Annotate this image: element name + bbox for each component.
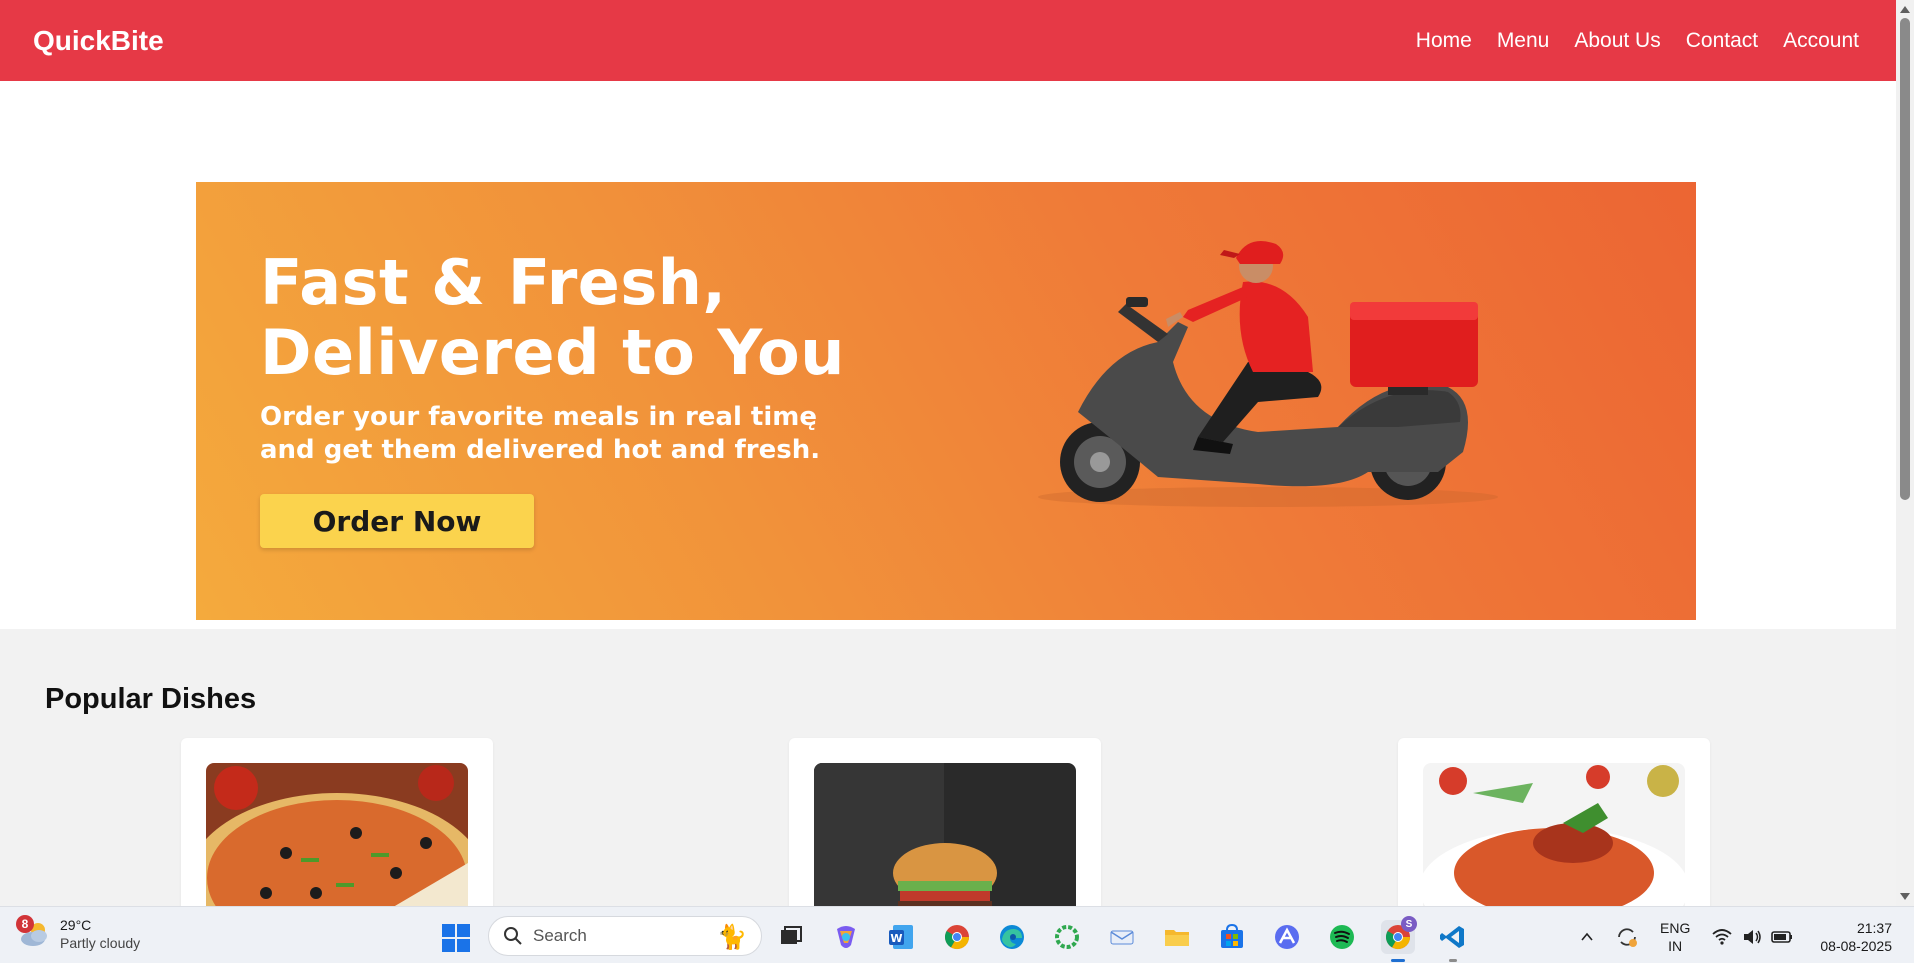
pizza-image bbox=[206, 763, 468, 906]
spotify-icon[interactable] bbox=[1325, 920, 1359, 954]
taskbar-search-box[interactable]: Search 🐈 bbox=[488, 916, 762, 956]
system-clock[interactable]: 21:37 08-08-2025 bbox=[1812, 919, 1892, 955]
nav-links: Home Menu About Us Contact Account bbox=[1416, 29, 1859, 53]
battery-icon[interactable] bbox=[1765, 920, 1799, 954]
navbar: QuickBite Home Menu About Us Contact Acc… bbox=[0, 0, 1896, 81]
scroll-down-arrow-icon[interactable] bbox=[1900, 893, 1910, 900]
partly-cloudy-icon: 8 bbox=[16, 915, 52, 951]
running-app-indicator bbox=[1449, 959, 1457, 962]
pasta-image bbox=[1423, 763, 1685, 906]
scroll-up-arrow-icon[interactable] bbox=[1900, 6, 1910, 13]
green-ring-app-icon[interactable] bbox=[1050, 920, 1084, 954]
burger-image bbox=[814, 763, 1076, 906]
nav-link-menu[interactable]: Menu bbox=[1497, 29, 1550, 53]
blue-a-app-icon[interactable] bbox=[1270, 920, 1304, 954]
order-now-button[interactable]: Order Now bbox=[260, 494, 534, 548]
weather-temp: 29°C bbox=[60, 917, 92, 933]
weather-widget[interactable]: 8 29°C Partly cloudy bbox=[16, 915, 140, 952]
hero-banner: Fast & Fresh, Delivered to You Order you… bbox=[196, 182, 1696, 620]
sync-icon[interactable] bbox=[1610, 920, 1644, 954]
hero-title-line2: Delivered to You bbox=[260, 316, 845, 389]
zoho-mail-icon[interactable] bbox=[1105, 920, 1139, 954]
vscode-icon[interactable] bbox=[1436, 920, 1470, 962]
weather-text: 29°C Partly cloudy bbox=[60, 916, 140, 952]
svg-text:W: W bbox=[890, 932, 902, 945]
dish-card-pasta[interactable] bbox=[1398, 738, 1710, 906]
chrome-profile-icon[interactable]: S bbox=[1381, 916, 1417, 962]
nav-link-account[interactable]: Account bbox=[1783, 29, 1859, 53]
popular-dishes-section: Popular Dishes bbox=[0, 629, 1896, 906]
language-indicator[interactable]: ENG IN bbox=[1660, 919, 1690, 955]
hero-subtitle-line2: and get them delivered hot and fresh. bbox=[260, 435, 821, 465]
wifi-icon[interactable] bbox=[1705, 920, 1739, 954]
clock-date: 08-08-2025 bbox=[1820, 938, 1892, 954]
nav-link-home[interactable]: Home bbox=[1416, 29, 1472, 53]
chrome-icon[interactable] bbox=[940, 920, 974, 954]
weather-alert-badge: 8 bbox=[16, 915, 34, 933]
edge-icon[interactable] bbox=[995, 920, 1029, 954]
microsoft-store-icon[interactable] bbox=[1215, 920, 1249, 954]
section-title: Popular Dishes bbox=[45, 683, 257, 715]
taskbar: 8 29°C Partly cloudy Search 🐈 W S ENG IN… bbox=[0, 906, 1914, 963]
dish-card-burger[interactable] bbox=[789, 738, 1101, 906]
language-line1: ENG bbox=[1660, 920, 1691, 936]
hero-subtitle-line1: Order your favorite meals in real timę bbox=[260, 402, 817, 432]
chrome-profile-badge: S bbox=[1401, 916, 1417, 932]
task-view-icon[interactable] bbox=[774, 920, 808, 954]
weather-desc: Partly cloudy bbox=[60, 935, 141, 951]
chevron-up-icon[interactable] bbox=[1570, 920, 1604, 954]
browser-page: QuickBite Home Menu About Us Contact Acc… bbox=[0, 0, 1896, 906]
hero-subtitle: Order your favorite meals in real timę a… bbox=[260, 401, 960, 467]
active-app-indicator bbox=[1391, 959, 1405, 962]
search-placeholder: Search bbox=[533, 926, 587, 945]
hero-title-line1: Fast & Fresh, bbox=[260, 246, 727, 319]
dish-card-pizza[interactable] bbox=[181, 738, 493, 906]
clock-time: 21:37 bbox=[1856, 920, 1892, 936]
file-explorer-icon[interactable] bbox=[1160, 920, 1194, 954]
word-icon[interactable]: W bbox=[884, 920, 918, 954]
volume-icon[interactable] bbox=[1735, 920, 1769, 954]
page-scrollbar[interactable] bbox=[1896, 0, 1914, 906]
copilot-icon[interactable] bbox=[829, 920, 863, 954]
cat-highlight-icon: 🐈 bbox=[717, 924, 747, 951]
scroll-thumb[interactable] bbox=[1900, 18, 1910, 500]
brand-logo[interactable]: QuickBite bbox=[33, 25, 164, 57]
windows-start-icon[interactable] bbox=[441, 923, 471, 953]
delivery-scooter-image bbox=[1038, 241, 1498, 507]
nav-link-contact[interactable]: Contact bbox=[1686, 29, 1758, 53]
search-icon bbox=[504, 927, 522, 945]
nav-link-about[interactable]: About Us bbox=[1574, 29, 1660, 53]
hero-title: Fast & Fresh, Delivered to You bbox=[260, 248, 845, 388]
hero-section: Fast & Fresh, Delivered to You Order you… bbox=[0, 81, 1896, 629]
language-line2: IN bbox=[1668, 938, 1683, 954]
